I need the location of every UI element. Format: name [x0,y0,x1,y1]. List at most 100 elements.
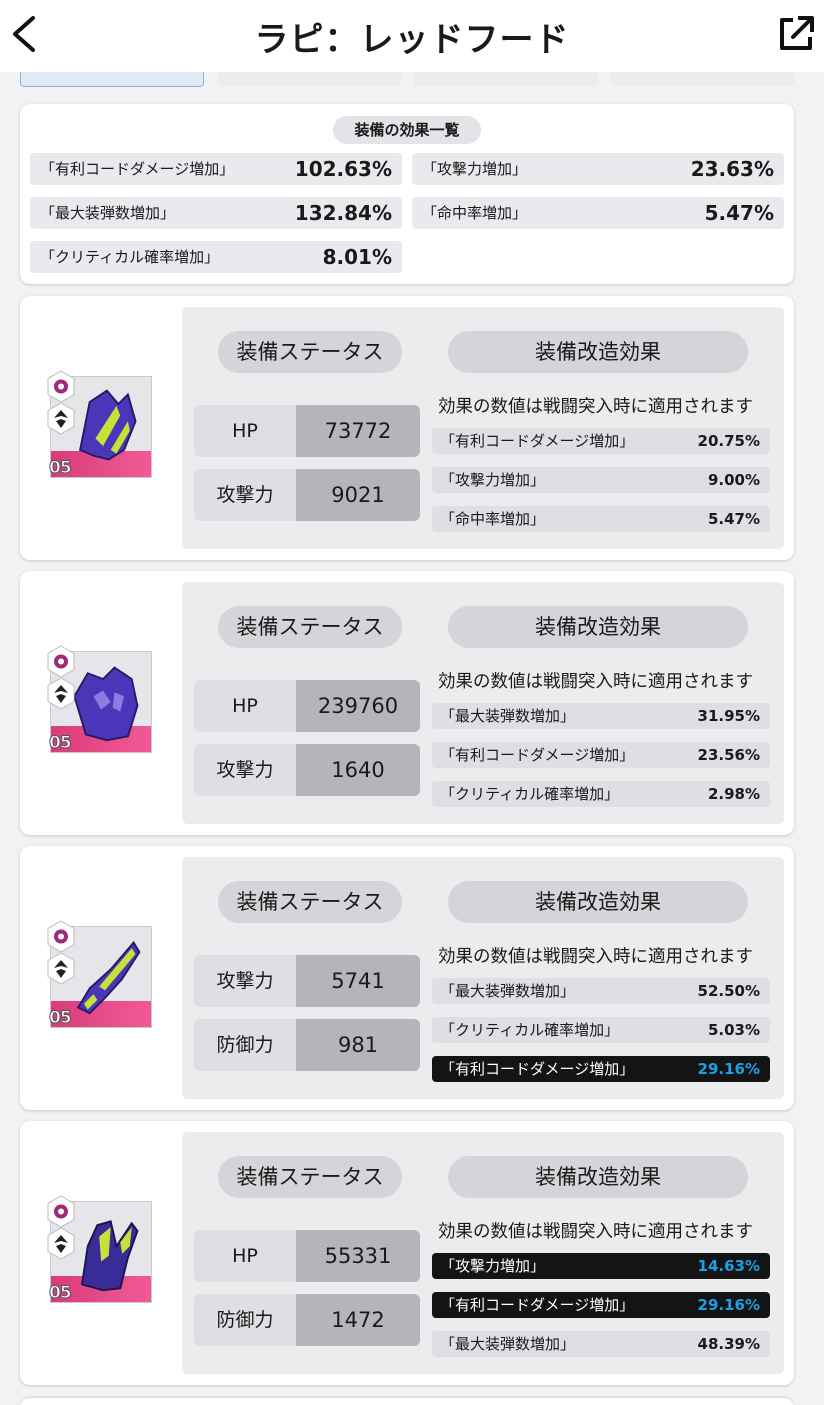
tab-4[interactable] [611,72,795,86]
equipment-icon[interactable]: 05 [47,920,152,1029]
stat-value: 5741 [296,955,420,1007]
class-hex-icon [47,402,75,435]
stat-row: HP 239760 [194,680,420,732]
stat-value: 1640 [296,744,420,796]
apply-note: 効果の数値は戦闘突入時に適用されます [438,947,753,967]
equipment-panel: 装備ステータス 装備改造効果 HP 73772 攻撃力 9021 効果の数値は戦… [182,307,784,549]
stat-row: 攻撃力 9021 [194,469,420,521]
mod-effect-row: 「最大装弾数増加」 31.95% [432,703,770,729]
equipment-icon[interactable]: 05 [47,370,152,479]
mod-effect-label: 「命中率増加」 [440,510,546,528]
stat-row: 防御力 1472 [194,1294,420,1346]
mod-effect-row: 「攻撃力増加」 9.00% [432,467,770,493]
mod-heading: 装備改造効果 [448,331,748,373]
stat-value: 239760 [296,680,420,732]
share-button[interactable] [776,14,816,54]
mod-effect-value: 31.95% [697,707,760,725]
summary-value: 5.47% [704,201,774,225]
status-heading: 装備ステータス [218,881,402,923]
class-hex-icon [47,952,75,985]
mod-effect-label: 「有利コードダメージ増加」 [440,432,635,450]
summary-row: 「最大装弾数増加」 132.84% [30,197,402,229]
summary-label: 「有利コードダメージ増加」 [40,160,235,178]
mod-heading: 装備改造効果 [448,606,748,648]
mod-effect-row: 「有利コードダメージ増加」 29.16% [432,1292,770,1318]
equipment-panel: 装備ステータス 装備改造効果 HP 55331 防御力 1472 効果の数値は戦… [182,1132,784,1374]
summary-label: 「命中率増加」 [422,204,528,222]
stat-row: HP 55331 [194,1230,420,1282]
manufacturer-hex-icon [47,920,75,953]
mod-effect-row: 「クリティカル確率増加」 5.03% [432,1017,770,1043]
equipment-card: 05 装備ステータス 装備改造効果 HP 73772 攻撃力 9021 効果の数… [20,296,794,560]
mod-effect-value: 9.00% [707,471,760,489]
equipment-level: 05 [49,1008,73,1029]
stat-value: 1472 [296,1294,420,1346]
status-heading: 装備ステータス [218,1156,402,1198]
stat-label: HP [194,1230,296,1282]
mod-effect-label: 「攻撃力増加」 [440,1257,546,1275]
effects-summary-card: 装備の効果一覧 「有利コードダメージ増加」 102.63% 「攻撃力増加」 23… [20,104,794,284]
mod-effect-row: 「命中率増加」 5.47% [432,506,770,532]
tab-1[interactable] [20,72,204,87]
mod-effect-value: 23.56% [697,746,760,764]
equipment-icon[interactable]: 05 [47,645,152,754]
stat-row: 攻撃力 1640 [194,744,420,796]
stat-row: 防御力 981 [194,1019,420,1071]
mod-effect-row: 「クリティカル確率増加」 2.98% [432,781,770,807]
summary-label: 「攻撃力増加」 [422,160,528,178]
app-header: ラピ：レッドフード [0,0,824,72]
class-hex-icon [47,1227,75,1260]
summary-label: 「クリティカル確率増加」 [40,248,220,266]
stat-label: 攻撃力 [194,744,296,796]
equipment-card: 05 装備ステータス 装備改造効果 攻撃力 5741 防御力 981 効果の数値… [20,846,794,1110]
status-heading: 装備ステータス [218,331,402,373]
summary-row: 「有利コードダメージ増加」 102.63% [30,153,402,185]
mod-effect-value: 5.47% [707,510,760,528]
mod-effect-label: 「有利コードダメージ増加」 [440,1296,635,1314]
stat-label: 攻撃力 [194,469,296,521]
mod-effect-value: 29.16% [697,1060,760,1078]
next-card-edge [20,1398,794,1405]
tab-3[interactable] [414,72,598,86]
stat-row: HP 73772 [194,405,420,457]
mod-heading: 装備改造効果 [448,881,748,923]
mod-effect-row: 「最大装弾数増加」 48.39% [432,1331,770,1357]
summary-value: 23.63% [690,157,774,181]
stat-label: 攻撃力 [194,955,296,1007]
summary-value: 8.01% [322,245,392,269]
stat-label: HP [194,680,296,732]
mod-effect-row: 「有利コードダメージ増加」 23.56% [432,742,770,768]
mod-effect-value: 2.98% [707,785,760,803]
mod-effect-label: 「攻撃力増加」 [440,471,546,489]
apply-note: 効果の数値は戦闘突入時に適用されます [438,397,753,417]
mod-effect-value: 48.39% [697,1335,760,1353]
tab-strip [20,72,796,88]
apply-note: 効果の数値は戦闘突入時に適用されます [438,1222,753,1242]
equipment-icon[interactable]: 05 [47,1195,152,1304]
mod-effect-row: 「攻撃力増加」 14.63% [432,1253,770,1279]
stat-value: 55331 [296,1230,420,1282]
mod-effect-value: 20.75% [697,432,760,450]
tab-2[interactable] [217,72,401,86]
mod-effect-label: 「最大装弾数増加」 [440,982,576,1000]
stat-value: 73772 [296,405,420,457]
mod-effect-value: 29.16% [697,1296,760,1314]
equipment-panel: 装備ステータス 装備改造効果 攻撃力 5741 防御力 981 効果の数値は戦闘… [182,857,784,1099]
equipment-card: 05 装備ステータス 装備改造効果 HP 239760 攻撃力 1640 効果の… [20,571,794,835]
stat-value: 981 [296,1019,420,1071]
equipment-level: 05 [49,458,73,479]
class-hex-icon [47,677,75,710]
apply-note: 効果の数値は戦闘突入時に適用されます [438,672,753,692]
summary-value: 132.84% [294,201,392,225]
summary-value: 102.63% [294,157,392,181]
page-title: ラピ：レッドフード [254,20,570,60]
status-heading: 装備ステータス [218,606,402,648]
manufacturer-hex-icon [47,645,75,678]
summary-row: 「命中率増加」 5.47% [412,197,784,229]
equipment-level: 05 [49,733,73,754]
equipment-panel: 装備ステータス 装備改造効果 HP 239760 攻撃力 1640 効果の数値は… [182,582,784,824]
mod-effect-label: 「有利コードダメージ増加」 [440,1060,635,1078]
mod-effect-label: 「最大装弾数増加」 [440,707,576,725]
summary-row: 「クリティカル確率増加」 8.01% [30,241,402,273]
mod-effect-value: 14.63% [697,1257,760,1275]
